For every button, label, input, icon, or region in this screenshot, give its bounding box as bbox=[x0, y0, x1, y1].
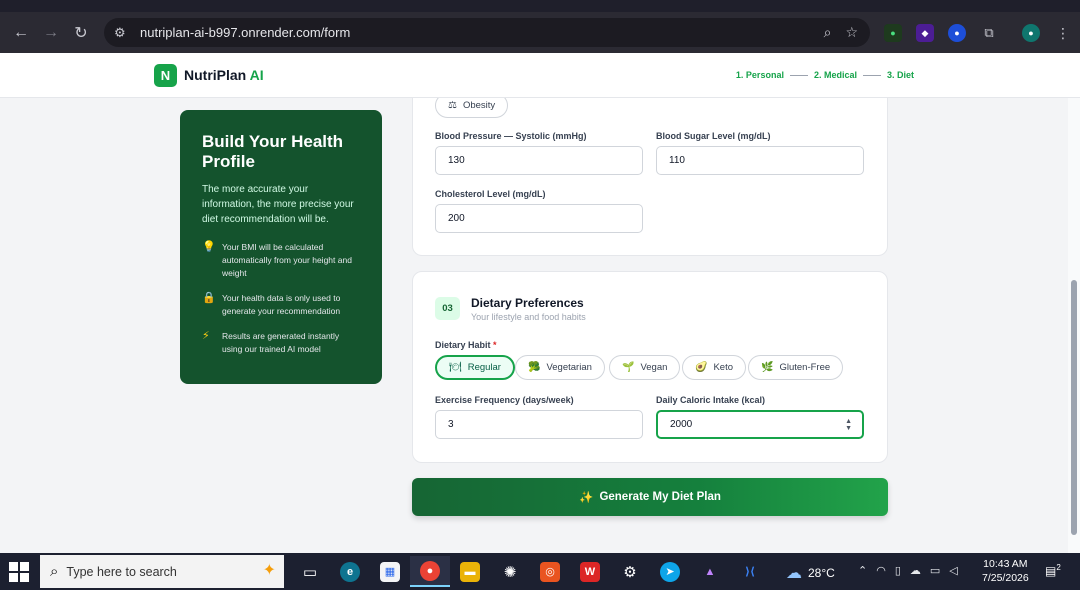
generate-diet-plan-button[interactable]: ✨ Generate My Diet Plan bbox=[412, 478, 888, 516]
habit-chip-regular[interactable]: 🍽 Regular bbox=[435, 355, 515, 380]
address-bar[interactable]: ⚙ nutriplan-ai-b997.onrender.com/form ⌕ … bbox=[104, 18, 870, 47]
cholesterol-label: Cholesterol Level (mg/dL) bbox=[435, 189, 546, 199]
zoom-icon[interactable]: ⌕ bbox=[824, 24, 832, 41]
tip-item: ⚡ Results are generated instantly using … bbox=[202, 330, 340, 354]
cloud-icon: ☁ bbox=[786, 565, 802, 582]
extension-icon[interactable]: ● bbox=[948, 24, 966, 42]
cloud-sync-icon[interactable]: ☁ bbox=[910, 564, 921, 577]
app-icon[interactable]: ▲ bbox=[690, 556, 730, 587]
caloric-intake-label: Daily Caloric Intake (kcal) bbox=[656, 395, 766, 405]
step-divider bbox=[862, 74, 881, 76]
system-tray: ⌃ ◠ ▯ ☁ ▭ ◁ bbox=[858, 564, 958, 577]
caloric-intake-input[interactable]: 2000 ▲ ▼ bbox=[656, 410, 864, 439]
forward-button[interactable]: → bbox=[36, 18, 66, 48]
vscode-icon[interactable]: ⟩⟨ bbox=[730, 556, 770, 587]
sparkle-icon: ✨ bbox=[579, 492, 594, 504]
lock-icon: 🔒 bbox=[202, 292, 216, 304]
search-icon: ⌕ bbox=[50, 563, 59, 580]
section-title: Dietary Preferences bbox=[471, 296, 584, 310]
chatgpt-icon[interactable]: ✺ bbox=[490, 556, 530, 587]
broccoli-icon: 🥦 bbox=[528, 362, 541, 373]
chrome-icon[interactable]: ● bbox=[410, 556, 450, 587]
tip-item: 💡 Your BMI will be calculated automatica… bbox=[202, 241, 352, 278]
settings-gear-icon[interactable]: ⚙ bbox=[610, 556, 650, 587]
browser-menu-icon[interactable]: ⋮ bbox=[1054, 24, 1072, 42]
system-clock[interactable]: 10:43 AM 7/25/2026 bbox=[982, 557, 1029, 585]
app-header: N NutriPlan AI 1. Personal 2. Medical 3.… bbox=[0, 53, 1080, 98]
taskbar-search[interactable]: ⌕ Type here to search ✦ bbox=[40, 555, 284, 588]
blood-pressure-input[interactable]: 130 bbox=[435, 146, 643, 175]
lightbulb-icon: 💡 bbox=[202, 241, 216, 253]
device-icon[interactable]: ▯ bbox=[895, 564, 901, 577]
info-sidebar: Build Your Health Profile The more accur… bbox=[180, 110, 382, 384]
step-personal[interactable]: 1. Personal bbox=[736, 70, 784, 80]
blood-pressure-label: Blood Pressure — Systolic (mmHg) bbox=[435, 131, 587, 141]
habit-chip-keto[interactable]: 🥑 Keto bbox=[682, 355, 746, 380]
weather-widget[interactable]: ☁ 28°C bbox=[786, 563, 835, 583]
obesity-icon: ⚖ bbox=[448, 100, 457, 111]
sidebar-title: Build Your Health Profile bbox=[202, 132, 344, 171]
windows-start-icon[interactable] bbox=[9, 562, 29, 582]
condition-chip-obesity[interactable]: ⚖ Obesity bbox=[435, 98, 509, 118]
notification-icon[interactable]: ▤2 bbox=[1045, 563, 1061, 578]
telegram-icon[interactable]: ➤ bbox=[650, 556, 690, 587]
extension-icon[interactable]: ● bbox=[884, 24, 902, 42]
search-placeholder: Type here to search bbox=[66, 564, 177, 579]
step-medical[interactable]: 2. Medical bbox=[814, 70, 857, 80]
step-diet[interactable]: 3. Diet bbox=[887, 70, 914, 80]
site-settings-icon[interactable]: ⚙ bbox=[114, 25, 134, 41]
tip-item: 🔒 Your health data is only used to gener… bbox=[202, 292, 341, 316]
app-name: NutriPlan AI bbox=[184, 67, 264, 83]
main-content: Build Your Health Profile The more accur… bbox=[0, 98, 1080, 553]
blood-sugar-input[interactable]: 110 bbox=[656, 146, 864, 175]
profile-avatar[interactable]: ● bbox=[1022, 24, 1040, 42]
section-subtitle: Your lifestyle and food habits bbox=[471, 312, 586, 322]
lightning-icon: ⚡ bbox=[202, 330, 210, 342]
sprout-icon: 🌱 bbox=[622, 362, 635, 373]
volume-icon[interactable]: ◁ bbox=[949, 564, 957, 577]
windows-taskbar: ⌕ Type here to search ✦ ▭ e ▦ ● ▬ ✺ ◎ W … bbox=[0, 553, 1080, 590]
habit-chip-vegan[interactable]: 🌱 Vegan bbox=[609, 355, 681, 380]
dietary-preferences-card: 03 Dietary Preferences Your lifestyle an… bbox=[412, 271, 888, 463]
back-button[interactable]: ← bbox=[6, 18, 36, 48]
battery-icon[interactable]: ▭ bbox=[930, 564, 940, 577]
chevron-up-icon[interactable]: ⌃ bbox=[858, 564, 867, 577]
reload-button[interactable]: ↻ bbox=[66, 18, 96, 48]
network-icon[interactable]: ◠ bbox=[876, 564, 886, 577]
browser-tab-strip bbox=[0, 0, 1080, 12]
edge-icon[interactable]: e bbox=[330, 556, 370, 587]
file-explorer-icon[interactable]: ▬ bbox=[450, 556, 490, 587]
store-icon[interactable]: ▦ bbox=[370, 556, 410, 587]
task-view-icon[interactable]: ▭ bbox=[290, 556, 330, 587]
dietary-habit-label: Dietary Habit * bbox=[435, 340, 497, 350]
ubuntu-icon[interactable]: ◎ bbox=[530, 556, 570, 587]
plate-icon: 🍽 bbox=[449, 362, 462, 373]
exercise-frequency-input[interactable]: 3 bbox=[435, 410, 643, 439]
sparkle-icon: ✦ bbox=[262, 562, 276, 579]
browser-toolbar: ← → ↻ ⚙ nutriplan-ai-b997.onrender.com/f… bbox=[0, 12, 1080, 53]
habit-chip-vegetarian[interactable]: 🥦 Vegetarian bbox=[515, 355, 605, 380]
number-spinner-icon[interactable]: ▲ ▼ bbox=[845, 418, 852, 432]
cholesterol-input[interactable]: 200 bbox=[435, 204, 643, 233]
medical-section-card: ⚖ Obesity Blood Pressure — Systolic (mmH… bbox=[412, 98, 888, 256]
leaf-icon: 🌿 bbox=[761, 362, 774, 373]
sidebar-description: The more accurate your information, the … bbox=[202, 184, 354, 225]
section-number-badge: 03 bbox=[435, 297, 460, 320]
logo-icon: N bbox=[154, 64, 177, 87]
exercise-frequency-label: Exercise Frequency (days/week) bbox=[435, 395, 574, 405]
extensions-puzzle-icon[interactable]: ⧉ bbox=[980, 24, 998, 42]
habit-chip-gluten-free[interactable]: 🌿 Gluten-Free bbox=[748, 355, 844, 380]
bookmark-star-icon[interactable]: ☆ bbox=[845, 24, 858, 41]
scrollbar-thumb[interactable] bbox=[1071, 280, 1077, 535]
wps-icon[interactable]: W bbox=[570, 556, 610, 587]
step-progress: 1. Personal 2. Medical 3. Diet bbox=[736, 70, 914, 80]
url-text: nutriplan-ai-b997.onrender.com/form bbox=[140, 25, 351, 40]
step-divider bbox=[789, 74, 808, 76]
extension-icon[interactable]: ◆ bbox=[916, 24, 934, 42]
avocado-icon: 🥑 bbox=[695, 362, 708, 373]
page-scrollbar[interactable] bbox=[1068, 98, 1080, 553]
blood-sugar-label: Blood Sugar Level (mg/dL) bbox=[656, 131, 771, 141]
